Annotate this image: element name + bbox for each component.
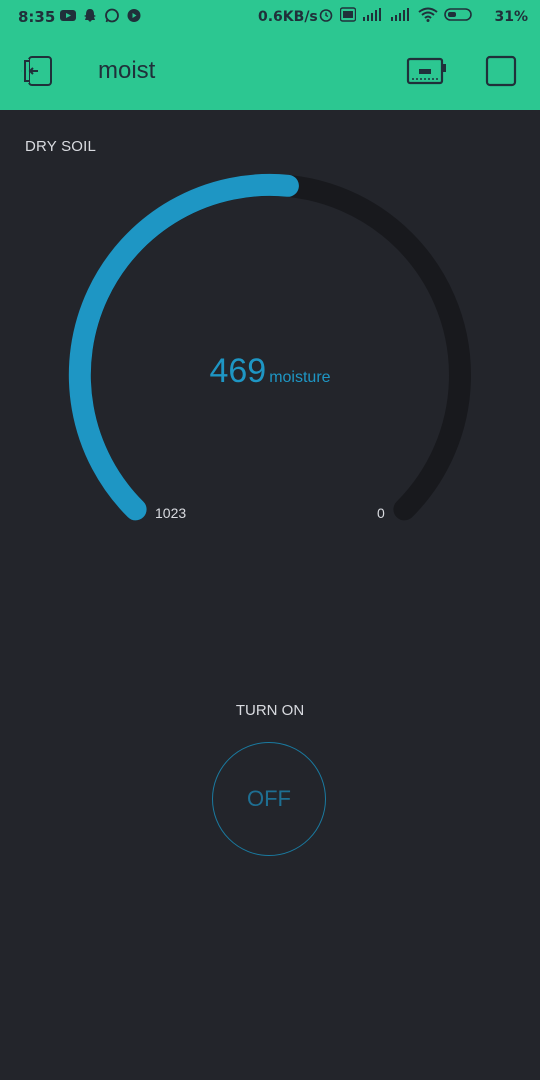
gauge-min-label: 1023 (155, 505, 187, 521)
stop-button[interactable] (485, 55, 517, 87)
exit-button[interactable] (20, 53, 56, 89)
alarm-icon (319, 9, 333, 22)
battery-percent: 31% (494, 9, 528, 25)
project-title: moist (98, 57, 156, 84)
button-label: TURN ON (235, 702, 305, 719)
gauge-value-number: 469 (209, 352, 267, 390)
status-time: 8:35 (18, 8, 56, 26)
volte-icon (340, 7, 356, 22)
signal-4g-icon (363, 8, 381, 21)
gauge-fill (68, 173, 299, 521)
media-icon (127, 9, 141, 22)
status-bar: 8:35 0.6KB/s 31% (0, 0, 540, 33)
battery-icon (444, 8, 472, 21)
toggle-state-text: OFF (247, 786, 291, 811)
wifi-icon (418, 7, 438, 22)
app-bar: moist (0, 33, 540, 110)
notification-icons (60, 8, 142, 23)
gauge-value: 469 moisture (0, 352, 540, 391)
device-icon[interactable] (405, 55, 447, 87)
youtube-icon (60, 10, 76, 21)
network-speed: 0.6KB/s (258, 9, 318, 25)
snapchat-icon (84, 9, 96, 22)
gauge-value-unit: moisture (269, 369, 331, 386)
moisture-gauge[interactable] (0, 110, 540, 530)
power-toggle-button[interactable]: OFF (212, 742, 326, 856)
gauge-max-label: 0 (377, 505, 385, 521)
whatsapp-icon (105, 8, 119, 23)
system-icons (318, 7, 474, 22)
signal-icon (391, 8, 409, 21)
